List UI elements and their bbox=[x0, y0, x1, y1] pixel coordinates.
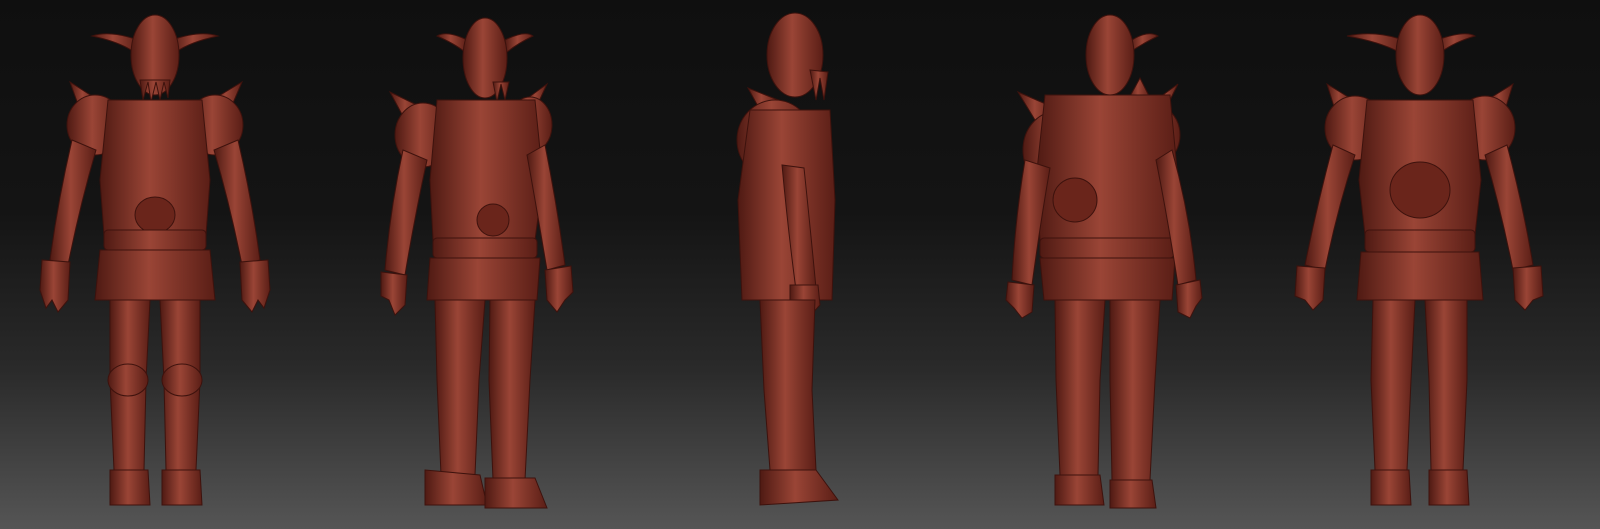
figure-three-quarter-back-view bbox=[1000, 0, 1230, 529]
armored-demon-back bbox=[1294, 14, 1544, 506]
figure-three-quarter-front-view bbox=[375, 0, 585, 529]
figure-front-view bbox=[10, 0, 300, 529]
figure-side-view bbox=[720, 0, 860, 529]
sculpt-turnaround-canvas bbox=[0, 0, 1600, 529]
armored-demon-front bbox=[39, 14, 271, 506]
armored-demon-side bbox=[736, 12, 839, 506]
armored-demon-three-quarter-back bbox=[1005, 14, 1203, 509]
armored-demon-three-quarter-front bbox=[380, 17, 574, 509]
figure-back-view bbox=[1275, 0, 1565, 529]
